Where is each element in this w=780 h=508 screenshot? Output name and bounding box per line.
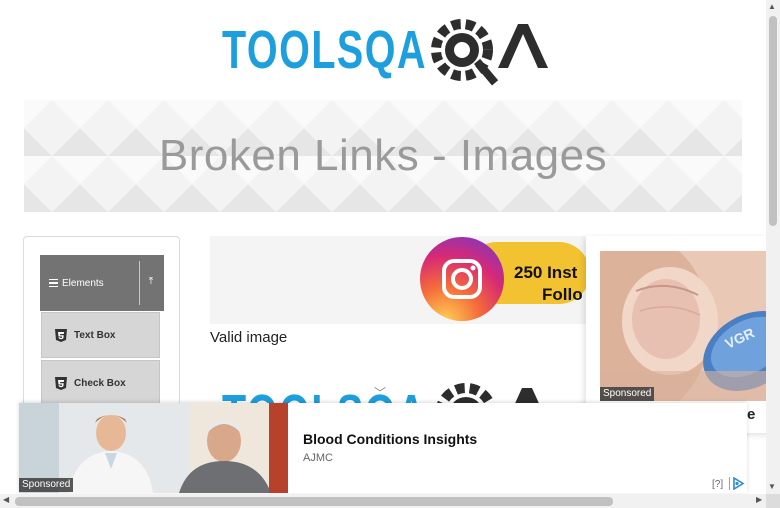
elements-group-header[interactable]: Elements ⤒ xyxy=(40,255,164,311)
toolsqa-logo[interactable]: TOOLSQA xyxy=(222,16,548,90)
ad-photo[interactable]: VGR xyxy=(600,251,766,401)
horizontal-scrollbar[interactable]: ◀ ▶ xyxy=(0,494,766,508)
instagram-ad-image: 250 Inst Follo xyxy=(420,236,590,324)
logo-letter-a xyxy=(498,24,548,68)
chevron-down-icon[interactable]: ﹀ xyxy=(372,384,388,400)
page-banner: Broken Links - Images xyxy=(24,100,742,212)
group-title: Elements xyxy=(62,277,104,289)
scrollbar-corner xyxy=(766,494,780,508)
divider xyxy=(139,261,140,305)
hamburger-icon xyxy=(49,278,58,288)
ad-text-line2: Follo xyxy=(542,285,583,304)
valid-image: 250 Inst Follo xyxy=(210,236,590,324)
scroll-left-arrow-icon[interactable]: ◀ xyxy=(3,495,9,504)
html5-icon xyxy=(55,328,67,342)
sidebar-item-check-box[interactable]: Check Box xyxy=(41,360,160,406)
logo-wordmark: TOOLSQA xyxy=(222,20,427,80)
gear-icon xyxy=(431,19,499,86)
sidebar-item-label: Text Box xyxy=(74,329,116,341)
scroll-down-arrow-icon[interactable]: ▼ xyxy=(768,482,776,491)
sponsored-badge: Sponsored xyxy=(600,387,655,401)
ad-help-link[interactable]: [?] xyxy=(712,479,723,490)
logo-graphic: TOOLSQA xyxy=(222,19,548,86)
sidebar-item-label: Check Box xyxy=(74,377,126,389)
ad-source[interactable]: AJMC xyxy=(303,452,333,464)
bottom-sponsored-ad[interactable]: Sponsored Blood Conditions Insights AJMC… xyxy=(19,403,747,493)
horizontal-scroll-thumb[interactable] xyxy=(15,497,613,506)
html5-icon xyxy=(55,376,67,390)
ad-text-line1: 250 Inst xyxy=(514,263,578,282)
sponsored-badge: Sponsored xyxy=(19,478,74,492)
instagram-icon xyxy=(420,237,504,321)
vertical-scrollbar[interactable]: ▲ ▼ xyxy=(766,0,780,494)
vertical-scroll-thumb[interactable] xyxy=(769,16,777,226)
adchoices-icon[interactable] xyxy=(729,476,745,491)
chevron-up-icon[interactable]: ⤒ xyxy=(144,275,158,289)
scroll-right-arrow-icon[interactable]: ▶ xyxy=(756,495,762,504)
scroll-up-arrow-icon[interactable]: ▲ xyxy=(768,2,776,11)
page-title: Broken Links - Images xyxy=(158,131,608,180)
valid-image-caption: Valid image xyxy=(210,329,288,346)
sidebar-item-text-box[interactable]: Text Box xyxy=(41,312,160,358)
ad-title[interactable]: Blood Conditions Insights xyxy=(303,431,477,447)
